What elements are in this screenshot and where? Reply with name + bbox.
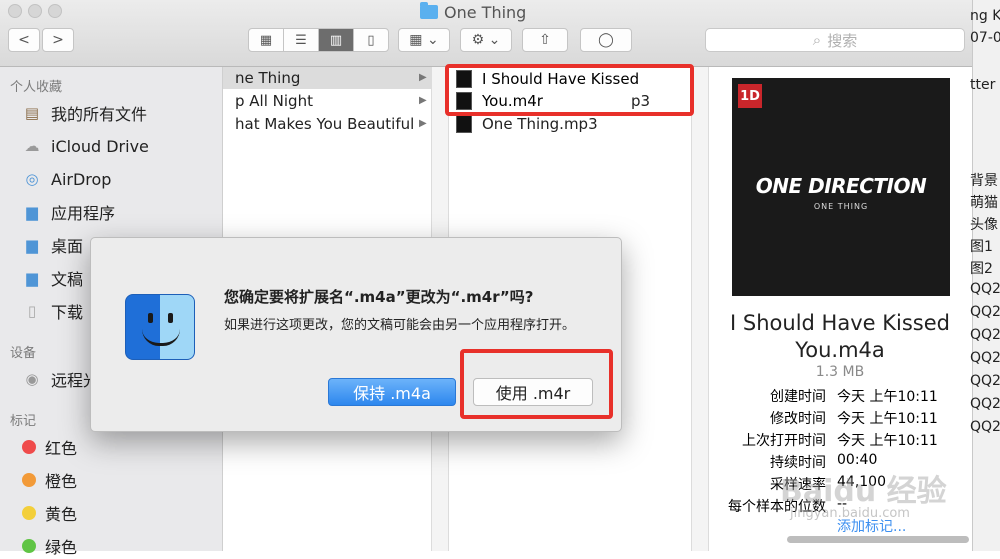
sidebar-tag-orange[interactable]: 橙色 bbox=[22, 467, 77, 493]
search-icon: ⌕ bbox=[812, 31, 822, 49]
finder-smile bbox=[142, 329, 180, 346]
sidebar-item-airdrop[interactable]: ◎ AirDrop bbox=[22, 166, 111, 192]
finder-icon bbox=[125, 294, 195, 360]
audio-file-icon bbox=[456, 115, 472, 133]
coverflow-view-button[interactable]: ▯ bbox=[354, 29, 388, 51]
folder-icon bbox=[420, 2, 438, 19]
strip-text: 图1 bbox=[970, 239, 993, 255]
red-tag-icon bbox=[22, 440, 36, 454]
highlight-box-use-button bbox=[460, 349, 613, 419]
favorites-heading: 个人收藏 bbox=[10, 80, 63, 95]
album-band-text: ONE DIRECTION bbox=[755, 174, 927, 198]
orange-tag-icon bbox=[22, 473, 36, 487]
sidebar-item-icloud[interactable]: ☁ iCloud Drive bbox=[22, 133, 149, 159]
strip-text: QQ2 bbox=[970, 350, 1000, 366]
dialog-title: 您确定要将扩展名“.m4a”更改为“.m4r”吗? bbox=[224, 288, 534, 306]
strip-text: ng K bbox=[970, 8, 1000, 24]
sidebar-item-downloads[interactable]: ▯ 下载 bbox=[22, 298, 83, 324]
finder-eye-left bbox=[148, 313, 153, 323]
strip-text: QQ2 bbox=[970, 373, 1000, 389]
strip-text: 萌猫 bbox=[970, 195, 998, 211]
strip-text: QQ2 bbox=[970, 304, 1000, 320]
action-gear-button[interactable]: ⚙ ⌄ bbox=[460, 28, 512, 52]
sidebar-item-all-files[interactable]: ▤ 我的所有文件 bbox=[22, 100, 147, 126]
sidebar-item-applications[interactable]: ▆ 应用程序 bbox=[22, 199, 115, 225]
minimize-window-button[interactable] bbox=[28, 4, 42, 18]
close-window-button[interactable] bbox=[8, 4, 22, 18]
list-item[interactable]: p All Night bbox=[223, 90, 431, 112]
strip-text: QQ2 bbox=[970, 419, 1000, 435]
preview-size: 1.3 MB bbox=[815, 364, 865, 380]
devices-heading: 设备 bbox=[10, 346, 37, 361]
preview-filename: I Should Have Kissed You.m4a bbox=[730, 311, 950, 362]
album-sub-text: ONE THING bbox=[813, 202, 869, 211]
tags-button[interactable]: ◯ bbox=[580, 28, 632, 52]
watermark-url: jingyan.baidu.com bbox=[790, 506, 910, 521]
strip-text: 图2 bbox=[970, 261, 993, 277]
album-logo: 1D bbox=[738, 84, 762, 108]
strip-text: 07-0 bbox=[970, 30, 1000, 46]
all-files-icon: ▤ bbox=[24, 104, 40, 122]
sidebar-item-documents[interactable]: ▆ 文稿 bbox=[22, 265, 83, 291]
meta-modified-value: 今天 上午10:11 bbox=[837, 411, 938, 427]
keep-m4a-button[interactable]: 保持 .m4a bbox=[328, 378, 456, 406]
list-item[interactable]: hat Makes You Beautiful bbox=[223, 113, 431, 135]
chevron-right-icon: ▶ bbox=[419, 95, 427, 106]
list-item[interactable]: ne Thing bbox=[223, 67, 431, 89]
search-field[interactable]: ⌕ 搜索 bbox=[705, 28, 965, 52]
sidebar-item-remote-disc[interactable]: ◉ 远程光 bbox=[22, 366, 99, 392]
arrange-button[interactable]: ▦ ⌄ bbox=[398, 28, 450, 52]
desktop-icon: ▆ bbox=[26, 236, 38, 254]
strip-text: QQ2 bbox=[970, 327, 1000, 343]
applications-icon: ▆ bbox=[26, 203, 38, 221]
meta-opened-label: 上次打开时间 bbox=[742, 433, 826, 449]
cloud-icon: ☁ bbox=[24, 137, 40, 155]
sidebar-item-desktop[interactable]: ▆ 桌面 bbox=[22, 232, 83, 258]
view-mode-segment: ▦ ☰ ▥ ▯ bbox=[248, 28, 389, 52]
column-resize-gutter[interactable] bbox=[692, 67, 709, 551]
highlight-box-filename bbox=[445, 64, 694, 116]
back-button[interactable]: < bbox=[8, 28, 40, 52]
tags-heading: 标记 bbox=[10, 414, 37, 429]
yellow-tag-icon bbox=[22, 506, 36, 520]
horizontal-scrollbar[interactable] bbox=[787, 536, 969, 543]
chevron-right-icon: ▶ bbox=[419, 72, 427, 83]
meta-created-value: 今天 上午10:11 bbox=[837, 389, 938, 405]
sidebar-tag-yellow[interactable]: 黄色 bbox=[22, 500, 77, 526]
sidebar-tag-red[interactable]: 红色 bbox=[22, 434, 77, 460]
strip-text: QQ2 bbox=[970, 396, 1000, 412]
watermark-logo: Baidu 经验 bbox=[780, 474, 947, 509]
strip-text: QQ2 bbox=[970, 281, 1000, 297]
share-button[interactable]: ⇧ bbox=[522, 28, 568, 52]
album-art: 1D ONE DIRECTION ONE THING bbox=[732, 78, 950, 296]
downloads-icon: ▯ bbox=[27, 302, 37, 320]
icon-view-button[interactable]: ▦ bbox=[249, 29, 284, 51]
search-placeholder: 搜索 bbox=[827, 31, 858, 50]
forward-button[interactable]: > bbox=[42, 28, 74, 52]
meta-modified-label: 修改时间 bbox=[770, 411, 826, 427]
dialog-message: 如果进行这项更改，您的文稿可能会由另一个应用程序打开。 bbox=[224, 318, 576, 333]
airdrop-icon: ◎ bbox=[25, 170, 39, 188]
meta-opened-value: 今天 上午10:11 bbox=[837, 433, 938, 449]
file-item-mp3[interactable]: One Thing.mp3 bbox=[456, 113, 676, 135]
meta-created-label: 创建时间 bbox=[770, 389, 826, 405]
window-title: One Thing bbox=[420, 2, 526, 22]
zoom-window-button[interactable] bbox=[48, 4, 62, 18]
column-view-button[interactable]: ▥ bbox=[319, 29, 354, 51]
disc-icon: ◉ bbox=[25, 370, 39, 388]
chevron-right-icon: ▶ bbox=[419, 118, 427, 129]
list-view-button[interactable]: ☰ bbox=[284, 29, 319, 51]
strip-text: tter bbox=[970, 77, 996, 93]
strip-text: 背景 bbox=[970, 173, 998, 189]
finder-eye-right bbox=[168, 313, 173, 323]
strip-text: 头像 bbox=[970, 217, 998, 233]
documents-icon: ▆ bbox=[26, 269, 38, 287]
sidebar-tag-green[interactable]: 绿色 bbox=[22, 533, 77, 559]
